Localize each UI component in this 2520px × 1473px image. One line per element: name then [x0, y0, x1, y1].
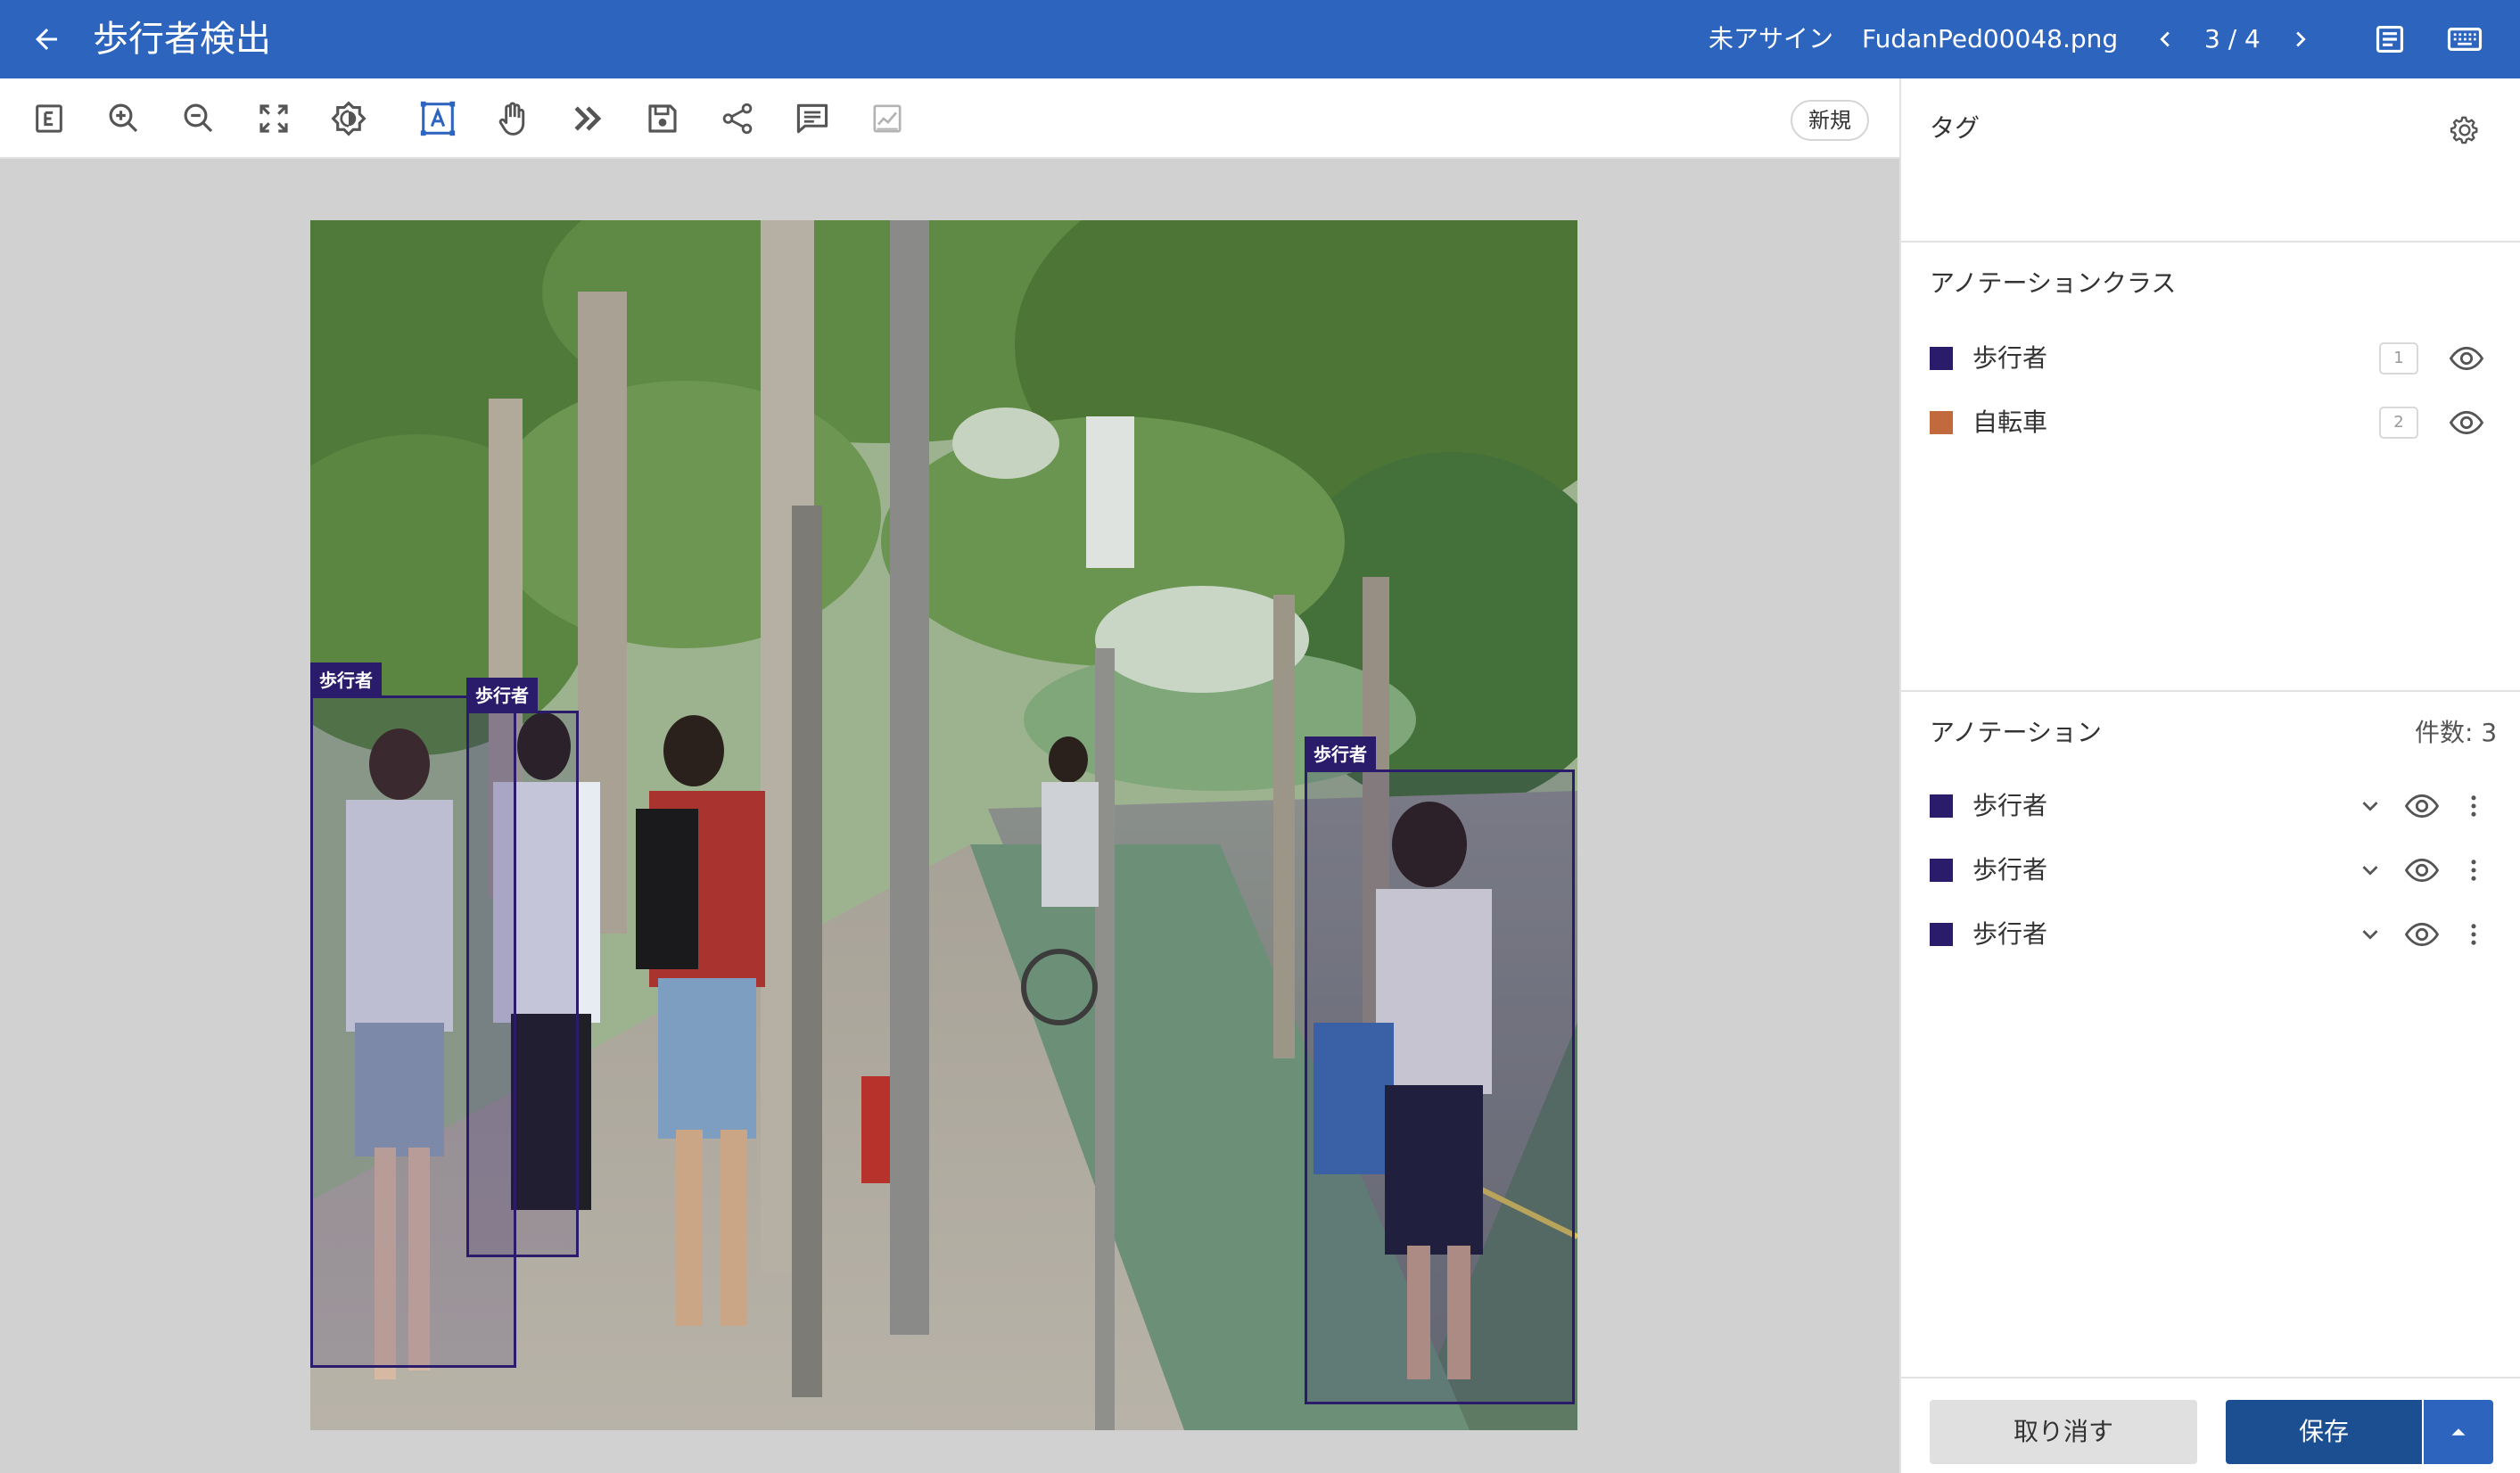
app-header: 歩行者検出 未アサイン FudanPed00048.png 3 / 4: [0, 0, 2520, 78]
comment-button[interactable]: [788, 95, 836, 143]
class-hotkey: 2: [2379, 407, 2418, 439]
annotation-canvas[interactable]: 歩行者 歩行者 歩行者: [0, 159, 1899, 1473]
zoom-in-button[interactable]: [100, 95, 148, 143]
back-button[interactable]: [25, 18, 68, 61]
annotation-name: 歩行者: [1972, 791, 2048, 820]
pedestrian-photo[interactable]: 歩行者 歩行者 歩行者: [310, 220, 1577, 1430]
annotation-visibility-toggle[interactable]: [2402, 915, 2442, 954]
keyboard-icon: [2447, 28, 2483, 51]
edit-mode-button[interactable]: [25, 95, 73, 143]
section-divider: [1901, 690, 2520, 692]
expand-annotation-button[interactable]: [2351, 786, 2390, 826]
chevron-down-icon: [2362, 802, 2378, 811]
annotation-count: 件数: 3: [2415, 718, 2498, 747]
annotation-item[interactable]: 歩行者: [1930, 911, 2500, 958]
document-button[interactable]: [2368, 18, 2411, 61]
class-name: 歩行者: [1972, 343, 2048, 373]
expand-annotation-button[interactable]: [2351, 915, 2390, 954]
assignee-status: 未アサイン: [1709, 24, 1834, 53]
class-item-pedestrian[interactable]: 歩行者 1: [1930, 335, 2500, 382]
annotation-box-label: 歩行者: [310, 662, 382, 698]
class-item-bicycle[interactable]: 自転車 2: [1930, 399, 2500, 446]
class-visibility-toggle[interactable]: [2447, 403, 2486, 442]
eye-icon: [2404, 858, 2440, 883]
annotation-visibility-toggle[interactable]: [2402, 851, 2442, 890]
annotation-color-swatch: [1930, 859, 1953, 882]
more-vertical-icon: [2471, 795, 2476, 817]
section-divider: [1901, 241, 2520, 243]
annotation-item[interactable]: 歩行者: [1930, 847, 2500, 893]
eye-icon: [2404, 922, 2440, 947]
new-button[interactable]: 新規: [1791, 100, 1869, 141]
share-icon: [722, 103, 753, 135]
caret-up-icon: [2451, 1428, 2466, 1436]
statistics-button[interactable]: [863, 95, 911, 143]
gear-icon: [2450, 116, 2478, 144]
annotation-box-label: 歩行者: [1305, 736, 1376, 772]
annotations-section-title: アノテーション: [1930, 718, 2102, 747]
chevron-left-icon: [2160, 31, 2170, 47]
file-name: FudanPed00048.png: [1862, 24, 2119, 53]
eye-icon: [2449, 346, 2484, 371]
annotation-box-label: 歩行者: [466, 678, 538, 713]
annotation-name: 歩行者: [1972, 855, 2048, 885]
save-draft-button[interactable]: [638, 95, 687, 143]
cancel-button[interactable]: 取り消す: [1930, 1400, 2197, 1464]
annotation-menu-button[interactable]: [2454, 851, 2493, 890]
annotation-name: 歩行者: [1972, 919, 2048, 949]
zoom-out-icon: [184, 103, 213, 133]
prev-image-button[interactable]: [2144, 18, 2186, 61]
comment-icon: [796, 103, 828, 134]
document-icon: [2376, 25, 2404, 53]
class-color-swatch: [1930, 347, 1953, 370]
skip-button[interactable]: [564, 95, 612, 143]
save-options-button[interactable]: [2424, 1400, 2493, 1464]
edit-icon: [36, 104, 62, 133]
brightness-icon: [331, 101, 366, 136]
class-hotkey: 1: [2379, 342, 2418, 374]
annotation-menu-button[interactable]: [2454, 786, 2493, 826]
eye-icon: [2404, 794, 2440, 819]
arrow-left-icon: [36, 29, 57, 50]
annotation-color-swatch: [1930, 794, 1953, 818]
expand-annotation-button[interactable]: [2351, 851, 2390, 890]
share-button[interactable]: [713, 95, 762, 143]
annotation-box-3[interactable]: 歩行者: [1305, 736, 1575, 1404]
annotation-box-2[interactable]: 歩行者: [466, 678, 579, 1257]
chevron-right-icon: [2296, 31, 2306, 47]
fit-screen-button[interactable]: [250, 95, 298, 143]
tags-section-title: タグ: [1930, 113, 1981, 143]
chevron-down-icon: [2362, 866, 2378, 876]
class-visibility-toggle[interactable]: [2447, 339, 2486, 378]
pager: 3 / 4: [2204, 24, 2261, 53]
annotation-visibility-toggle[interactable]: [2402, 786, 2442, 826]
skip-icon: [574, 106, 602, 131]
class-color-swatch: [1930, 411, 1953, 434]
tag-settings-button[interactable]: [2445, 111, 2484, 150]
save-button[interactable]: 保存: [2226, 1400, 2422, 1464]
fit-screen-icon: [259, 104, 288, 133]
more-vertical-icon: [2471, 860, 2476, 881]
page-title: 歩行者検出: [93, 19, 271, 60]
annotation-item[interactable]: 歩行者: [1930, 783, 2500, 829]
text-box-icon: [420, 101, 456, 136]
bbox-tool-button[interactable]: [414, 95, 462, 143]
annotation-color-swatch: [1930, 923, 1953, 946]
pan-tool-button[interactable]: [489, 95, 537, 143]
keyboard-shortcuts-button[interactable]: [2443, 18, 2486, 61]
hand-icon: [498, 102, 525, 136]
class-name: 自転車: [1972, 407, 2048, 437]
annotation-toolbar: 新規: [0, 78, 1899, 159]
brightness-button[interactable]: [325, 95, 373, 143]
save-icon: [648, 104, 677, 133]
classes-section-title: アノテーションクラス: [1930, 268, 2177, 298]
next-image-button[interactable]: [2279, 18, 2322, 61]
more-vertical-icon: [2471, 924, 2476, 945]
chevron-down-icon: [2362, 930, 2378, 940]
zoom-out-button[interactable]: [175, 95, 223, 143]
eye-icon: [2449, 410, 2484, 435]
annotation-menu-button[interactable]: [2454, 915, 2493, 954]
zoom-in-icon: [109, 103, 138, 133]
chart-icon: [873, 104, 902, 133]
